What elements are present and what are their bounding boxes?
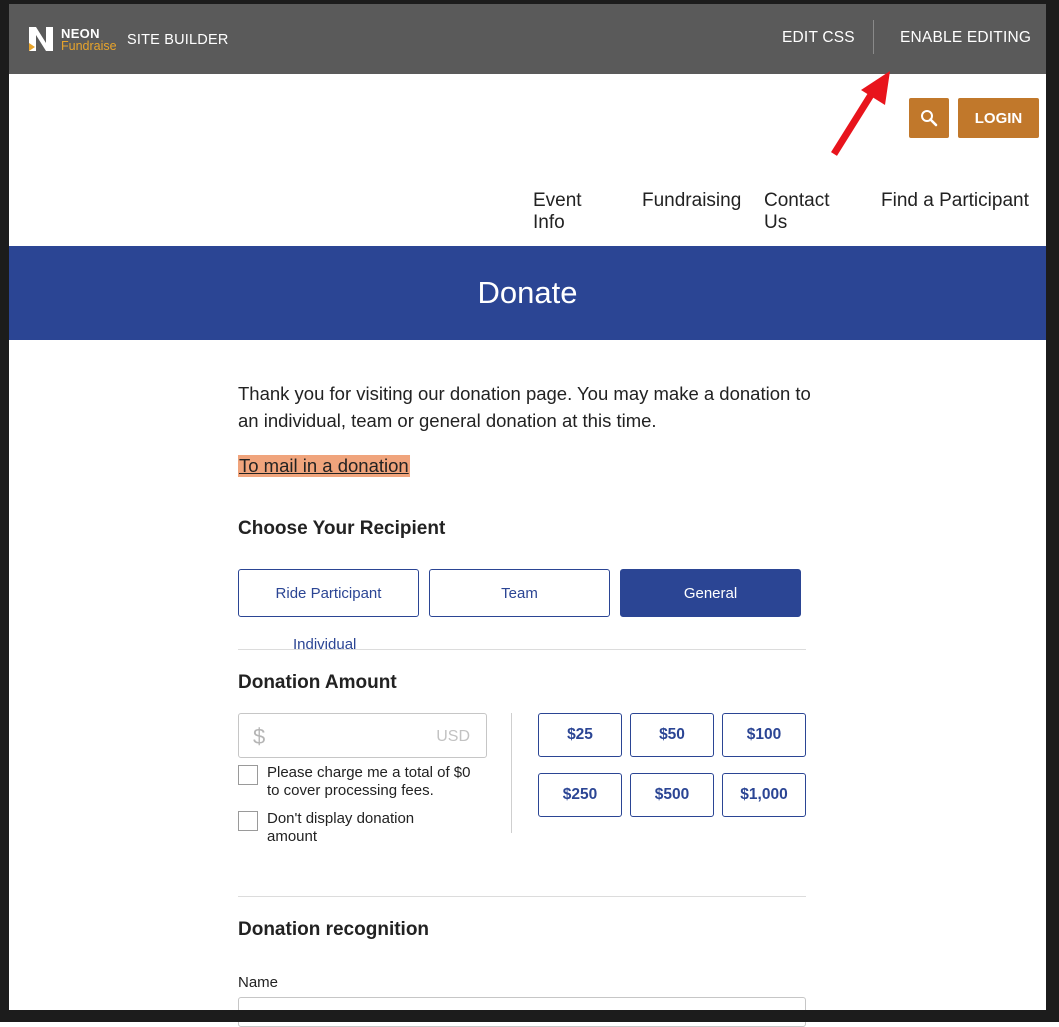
currency-code: USD xyxy=(436,728,470,745)
recognition-heading: Donation recognition xyxy=(238,919,430,940)
search-icon xyxy=(921,110,938,127)
amount-input[interactable]: $ USD xyxy=(238,713,487,758)
brand-line2: Fundraise xyxy=(61,39,117,53)
fee-checkbox[interactable] xyxy=(238,765,258,785)
hide-amount-checkbox[interactable] xyxy=(238,811,258,831)
currency-symbol: $ xyxy=(253,724,266,749)
ride-participant-button[interactable]: Ride Participant xyxy=(238,569,419,617)
nav-item-find-participant[interactable]: Find a Participant xyxy=(881,190,1029,212)
preset-amount-button[interactable]: $50 xyxy=(630,713,714,757)
page-banner: Donate xyxy=(9,246,1046,340)
preset-amount-button[interactable]: $25 xyxy=(538,713,622,757)
screenshot-frame xyxy=(0,0,1059,1022)
amount-divider xyxy=(511,713,512,833)
page-title: Donate xyxy=(477,275,578,310)
preset-amount-button[interactable]: $500 xyxy=(630,773,714,817)
preset-amount-button[interactable]: $250 xyxy=(538,773,622,817)
brand-name: NEON Fundraise xyxy=(61,27,117,53)
name-label: Name xyxy=(238,974,279,991)
general-button[interactable]: General xyxy=(620,569,801,617)
search-button[interactable] xyxy=(909,98,949,138)
edit-css-button[interactable]: EDIT CSS xyxy=(782,29,855,47)
section-divider xyxy=(238,649,806,650)
site-builder-toolbar: NEON Fundraise SITE BUILDER EDIT CSS ENA… xyxy=(9,4,1046,74)
site-builder-label: SITE BUILDER xyxy=(127,32,229,48)
amount-heading: Donation Amount xyxy=(238,672,397,693)
recipient-heading: Choose Your Recipient xyxy=(238,518,446,539)
enable-editing-button[interactable]: ENABLE EDITING xyxy=(900,29,1031,47)
hide-amount-label: Don't display donation amount xyxy=(267,810,415,845)
neon-logo-icon xyxy=(29,27,53,51)
mail-donation-link[interactable]: To mail in a donation xyxy=(238,455,410,477)
nav-item-event-info[interactable]: Event Info xyxy=(533,190,582,234)
nav-item-contact-us[interactable]: Contact Us xyxy=(764,190,829,234)
intro-text: Thank you for visiting our donation page… xyxy=(238,383,811,431)
fee-checkbox-label: Please charge me a total of $0 to cover … xyxy=(267,764,471,799)
team-button[interactable]: Team xyxy=(429,569,610,617)
toolbar-divider xyxy=(873,20,874,54)
name-input[interactable] xyxy=(238,997,806,1027)
preset-amount-button[interactable]: $1,000 xyxy=(722,773,806,817)
preset-amount-button[interactable]: $100 xyxy=(722,713,806,757)
nav-item-fundraising[interactable]: Fundraising xyxy=(642,190,741,212)
annotation-arrow-icon xyxy=(831,71,890,156)
section-divider xyxy=(238,896,806,897)
individual-label: Individual xyxy=(293,636,357,653)
login-button[interactable]: LOGIN xyxy=(958,98,1039,138)
